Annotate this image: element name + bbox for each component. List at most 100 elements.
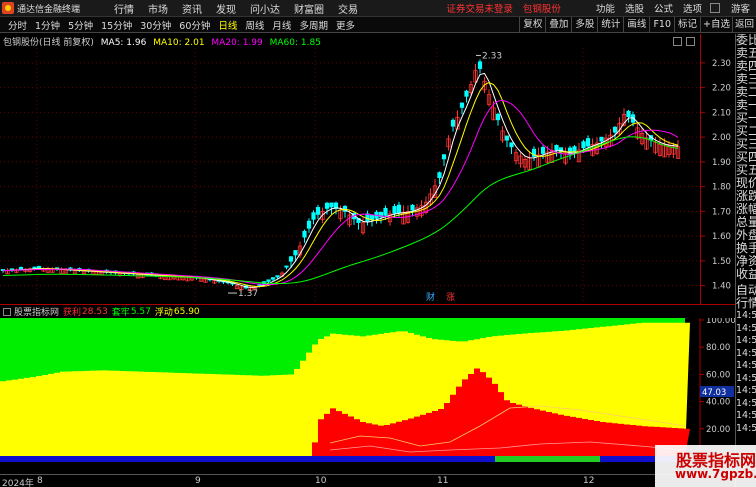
- watermark: 股票指标网 www.7gpzb.com: [655, 445, 756, 487]
- tick-time: 14:56: [736, 372, 756, 384]
- tab-30min[interactable]: 30分钟: [136, 18, 175, 32]
- multi-stock-button[interactable]: 多股: [571, 16, 597, 33]
- ma5-line: [2, 72, 679, 288]
- candle-down: [459, 102, 465, 108]
- menu-item-function[interactable]: 功能: [591, 1, 620, 15]
- draw-line-button[interactable]: 画线: [623, 16, 649, 33]
- tab-1min[interactable]: 1分钟: [31, 18, 64, 32]
- menu-item-discover[interactable]: 发现: [209, 1, 243, 16]
- ma20-label: MA20: 1.99: [211, 38, 263, 48]
- window-minimize-icon[interactable]: [709, 3, 720, 13]
- tick-time: 14:56: [736, 347, 756, 359]
- profit-label: 获利: [63, 308, 82, 318]
- candle-down: [315, 207, 321, 215]
- right-menu: 功能 选股 公式 选项: [591, 1, 707, 15]
- ma10-label: MA10: 2.01: [153, 38, 205, 48]
- app-logo-icon: [2, 2, 14, 14]
- menu-item-options[interactable]: 选项: [678, 1, 707, 15]
- info-label: 涨幅: [736, 203, 756, 216]
- overlay-button[interactable]: 叠加: [545, 16, 571, 33]
- candle-down: [599, 136, 604, 142]
- ma10-line: [2, 82, 679, 288]
- tab-intraday[interactable]: 分时: [4, 18, 31, 32]
- candle-down: [396, 204, 402, 214]
- candle-down: [284, 265, 289, 268]
- chart-title: 包钢股份(日线 前复权): [3, 38, 94, 48]
- price-axis-svg: 2.30 2.20 2.10 2.00 1.90 1.80 1.70 1.60 1.50 1.40: [701, 59, 731, 292]
- menu-item-ask[interactable]: 问小达: [243, 1, 287, 16]
- price-tick-label: 2.20: [712, 84, 731, 94]
- price-tick-label: 2.10: [712, 108, 731, 118]
- menu-item-stock-picker[interactable]: 选股: [620, 1, 649, 15]
- trade-login-notice[interactable]: 证券交易未登录: [446, 1, 513, 15]
- f10-button[interactable]: F10: [649, 16, 674, 33]
- menu-item-news[interactable]: 资讯: [175, 1, 209, 16]
- quote-info-panel: 委比 卖五 卖四 卖三 卖二 卖一 买一 买二 买三 买四 买五 现价 涨跌 涨幅 总量 外盘 换手 净资 收益 自…: [735, 34, 756, 487]
- indicator-tick-label: 60.00: [706, 370, 730, 380]
- profit-value: 28.53: [82, 306, 108, 317]
- date-label: 9: [195, 476, 201, 486]
- tab-weekly[interactable]: 周线: [241, 18, 268, 32]
- candle-down: [410, 204, 415, 211]
- candle-down: [306, 220, 312, 229]
- add-watchlist-button[interactable]: +自选: [700, 16, 732, 33]
- candle-down: [392, 206, 397, 214]
- tab-60min[interactable]: 60分钟: [175, 18, 214, 32]
- adjust-price-button[interactable]: 复权: [519, 16, 545, 33]
- info-label: 卖二: [736, 86, 756, 99]
- candle-down: [464, 90, 469, 97]
- indicator-name[interactable]: 股票指标网: [14, 305, 59, 318]
- current-stock-name: 包钢股份: [522, 4, 561, 15]
- price-tick-label: 2.30: [712, 59, 731, 69]
- price-tick-label: 1.50: [712, 257, 731, 267]
- price-tick-label: 1.80: [712, 183, 731, 193]
- candle-down: [585, 138, 591, 147]
- tick-time: 14:56: [736, 360, 756, 371]
- menu-bar: 通达信金融终端 行情 市场 资讯 发现 问小达 财富圈 交易 证券交易未登录 包…: [0, 0, 756, 17]
- auto-quote-label[interactable]: 自动: [736, 284, 756, 297]
- tab-15min[interactable]: 15分钟: [97, 18, 136, 32]
- menu-item-formula[interactable]: 公式: [649, 1, 678, 15]
- menu-item-wealth[interactable]: 财富圈: [287, 1, 331, 16]
- kline-chart[interactable]: 2.33 1.37 财涨 包钢股份(日线 前复权) MA5: 1.96 MA10: …: [0, 34, 735, 304]
- statistics-button[interactable]: 统计: [597, 16, 623, 33]
- tab-more[interactable]: 更多: [332, 18, 359, 32]
- watermark-url: www.7gpzb.com: [675, 467, 756, 481]
- info-label: 总量: [736, 216, 756, 229]
- price-axis: 2.30 2.20 2.10 2.00 1.90 1.80 1.70 1.60 1.50 1.40: [700, 34, 735, 304]
- back-button[interactable]: 返回: [731, 16, 756, 33]
- mark-button[interactable]: 标记: [674, 16, 700, 33]
- candle-down: [504, 135, 510, 141]
- tab-5min[interactable]: 5分钟: [64, 18, 97, 32]
- tool-buttons: 复权 叠加 多股 统计 画线 F10 标记 +自选 返回: [519, 16, 756, 33]
- candle-down: [369, 214, 375, 221]
- tick-time: 14:56: [736, 385, 756, 396]
- menu-item-market-quote[interactable]: 行情: [107, 1, 141, 16]
- auto-quote-label[interactable]: 行情: [736, 297, 756, 310]
- date-label: 2024年: [2, 479, 34, 487]
- candle-down: [495, 113, 501, 121]
- kline-svg: 2.33 1.37 财涨: [0, 48, 700, 304]
- candle-down: [302, 230, 307, 238]
- trapped-value: 5.57: [130, 306, 151, 317]
- restore-icon[interactable]: [673, 37, 682, 46]
- info-label: 买一: [736, 112, 756, 125]
- guest-label[interactable]: 游客: [731, 1, 750, 15]
- tab-multi-period[interactable]: 多周期: [295, 18, 332, 32]
- date-label: 8: [37, 476, 43, 486]
- price-tick-label: 1.40: [712, 282, 731, 292]
- tab-monthly[interactable]: 月线: [268, 18, 295, 32]
- price-tick-label: 1.90: [712, 158, 731, 168]
- tick-time: 14:56: [736, 397, 756, 409]
- high-price-label: 2.33: [482, 51, 502, 61]
- indicator-icon: [3, 307, 11, 316]
- indicator-tick-label: 40.00: [706, 398, 730, 408]
- info-label: 现价: [736, 177, 756, 190]
- float-label: 浮动: [154, 308, 173, 318]
- menu-item-trade[interactable]: 交易: [331, 1, 365, 16]
- maximize-icon[interactable]: [686, 37, 695, 46]
- tab-daily[interactable]: 日线: [214, 18, 241, 32]
- menu-item-market[interactable]: 市场: [141, 1, 175, 16]
- candle-down: [324, 202, 330, 209]
- ma5-label: MA5: 1.96: [100, 38, 147, 48]
